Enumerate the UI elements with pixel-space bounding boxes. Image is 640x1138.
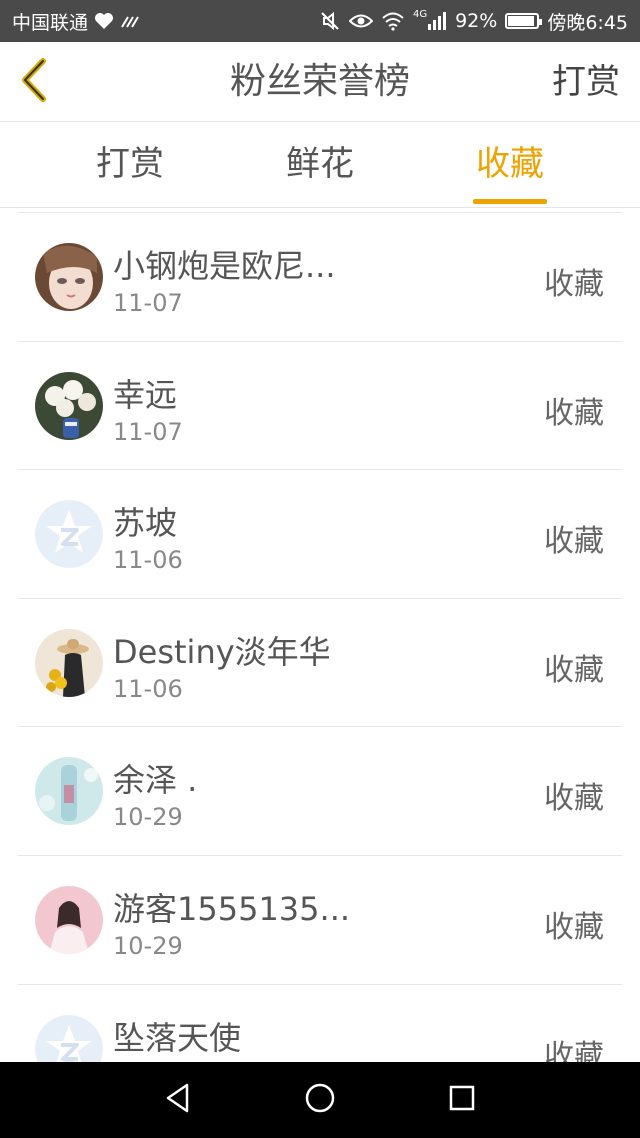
active-tab-indicator [473, 199, 547, 204]
page-title: 粉丝荣誉榜 [229, 61, 410, 102]
fan-action: 收藏 [544, 1038, 604, 1062]
fan-date: 10-29 [113, 803, 183, 832]
avatar [35, 757, 103, 826]
fan-name: 坠落天使 [113, 1018, 242, 1057]
tab-favorites[interactable]: 收藏 [450, 122, 570, 208]
fan-action: 收藏 [544, 524, 604, 560]
cell-signal-icon: 4G [412, 8, 447, 30]
tab-flowers[interactable]: 鲜花 [260, 122, 380, 208]
list-item[interactable]: 幸远 11-07 收藏 [18, 342, 622, 471]
fan-name: 小钢炮是欧尼... [113, 247, 336, 285]
avatar [35, 371, 103, 440]
status-right: 4G 92% 傍晚6:45 [319, 8, 628, 35]
avatar [35, 500, 103, 569]
avatar [35, 885, 103, 954]
list-item[interactable]: 小钢炮是欧尼... 11-07 收藏 [18, 213, 622, 342]
list-item[interactable]: 坠落天使 收藏 [18, 985, 622, 1062]
fan-name: 苏坡 [113, 504, 178, 543]
fan-action: 收藏 [544, 909, 604, 945]
fan-date: 10-29 [113, 931, 183, 960]
avatar [35, 1014, 103, 1062]
eye-icon [348, 12, 373, 30]
tab-label: 打赏 [96, 144, 164, 184]
fan-date: 11-06 [113, 674, 183, 703]
nav-back-button[interactable] [158, 1080, 198, 1120]
tab-reward[interactable]: 打赏 [70, 122, 190, 208]
wifi-icon [381, 11, 405, 31]
battery-icon [505, 13, 543, 29]
app-header: 粉丝荣誉榜 打赏 [0, 42, 640, 122]
status-left: 中国联通 [12, 8, 142, 35]
fan-date: 11-06 [113, 546, 183, 575]
fan-name: 游客1555135... [113, 889, 351, 928]
list-item[interactable]: 游客1555135... 10-29 收藏 [18, 856, 622, 985]
fan-action: 收藏 [544, 781, 604, 817]
carrier-label: 中国联通 [12, 11, 89, 34]
fan-name: 余泽 . [113, 761, 198, 800]
mute-icon [319, 10, 341, 32]
list-item[interactable]: Destiny淡年华 11-06 收藏 [18, 599, 622, 728]
fan-name: 幸远 [113, 375, 178, 414]
square-recents-icon [448, 1084, 476, 1116]
tab-label: 收藏 [476, 144, 544, 184]
fan-date: 11-07 [113, 289, 183, 317]
network-type-label: 4G [412, 8, 428, 20]
fan-action: 收藏 [544, 395, 604, 431]
fan-list: 小钢炮是欧尼... 11-07 收藏 幸远 11-07 收藏 苏坡 11-06 … [18, 212, 622, 1062]
list-item[interactable]: 苏坡 11-06 收藏 [18, 470, 622, 599]
nav-home-button[interactable] [300, 1080, 340, 1120]
chevron-left-icon [19, 57, 49, 107]
avatar [35, 243, 103, 311]
heart-icon [94, 12, 114, 30]
clock: 傍晚6:45 [547, 11, 628, 34]
fan-action: 收藏 [544, 267, 604, 302]
circle-home-icon [304, 1082, 336, 1118]
list-item[interactable]: 余泽 . 10-29 收藏 [18, 727, 622, 856]
status-bar: 中国联通 4G 92% 傍晚6:45 [0, 0, 640, 42]
nav-recents-button[interactable] [442, 1080, 482, 1120]
signal-small-icon [120, 13, 142, 29]
avatar [35, 628, 103, 697]
tab-bar: 打赏 鲜花 收藏 [0, 122, 640, 208]
tab-label: 鲜花 [286, 144, 354, 184]
fan-action: 收藏 [544, 652, 604, 688]
battery-percent: 92% [455, 10, 498, 32]
triangle-back-icon [163, 1082, 193, 1118]
reward-button[interactable]: 打赏 [552, 42, 620, 122]
back-button[interactable] [12, 56, 56, 108]
system-nav-bar [0, 1062, 640, 1138]
fan-date: 11-07 [113, 417, 183, 446]
fan-name: Destiny淡年华 [113, 632, 331, 671]
battery-fill [508, 16, 535, 26]
